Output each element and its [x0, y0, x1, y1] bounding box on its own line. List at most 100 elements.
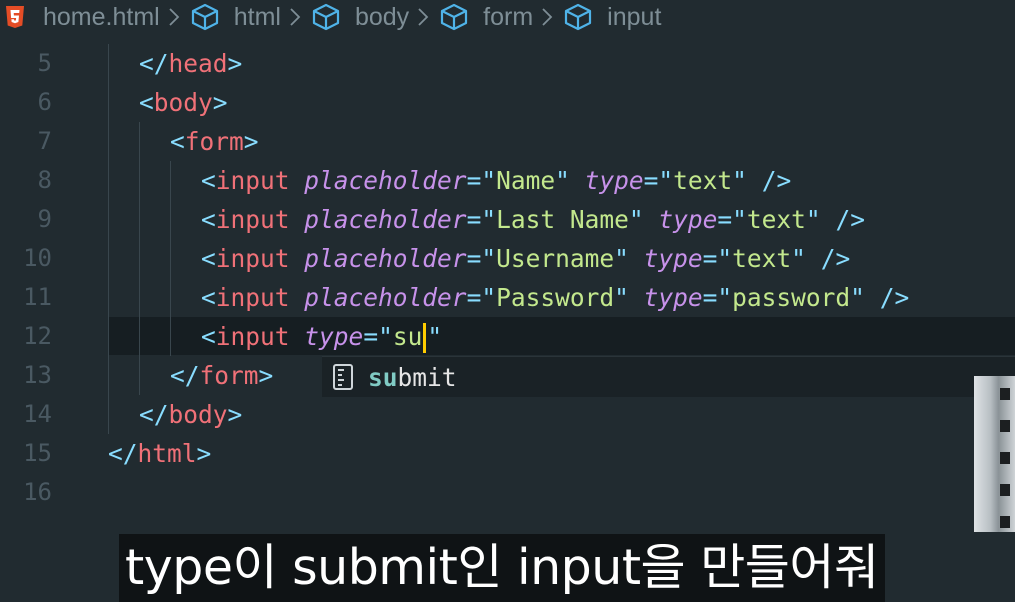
line-number: 6: [37, 88, 52, 116]
code-token: >: [196, 439, 212, 468]
suggestion-label: submit: [368, 363, 457, 392]
breadcrumb-item-form[interactable]: form: [439, 0, 533, 34]
code-line[interactable]: 14 </body>: [0, 395, 1015, 434]
code-line[interactable]: 15 </html>: [0, 434, 1015, 473]
code-line[interactable]: 11 <input placeholder="Password" type="pa…: [0, 278, 1015, 317]
code-token: =": [717, 205, 747, 234]
code-line[interactable]: 6 <body>: [0, 83, 1015, 122]
code-token: =": [702, 244, 733, 273]
code-content: <input placeholder="Name" type="text" />: [201, 161, 791, 200]
code-token: input: [215, 166, 290, 195]
code-token: <: [201, 283, 216, 312]
code-token: =": [466, 244, 497, 273]
code-token: type: [304, 322, 364, 351]
code-line[interactable]: 16: [0, 473, 1015, 512]
code-content: <body>: [139, 83, 228, 122]
code-token: Name: [496, 166, 556, 195]
cube-icon: [563, 3, 593, 31]
code-token: placeholder: [304, 205, 467, 234]
cube-icon: [439, 3, 469, 31]
code-token: su: [392, 322, 423, 351]
code-content: </form>: [170, 356, 273, 395]
code-token: ": [614, 244, 629, 273]
code-token: body: [168, 400, 228, 429]
cube-icon: [190, 3, 220, 31]
code-token: type: [658, 205, 718, 234]
code-line[interactable]: 10 <input placeholder="Username" type="te…: [0, 239, 1015, 278]
code-line[interactable]: 9 <input placeholder="Last Name" type="te…: [0, 200, 1015, 239]
code-token: ": [555, 166, 570, 195]
code-token: Username: [496, 244, 615, 273]
code-token: ": [614, 283, 629, 312]
autocomplete-suggestion[interactable]: submit: [322, 356, 1015, 397]
code-token: >: [258, 361, 274, 390]
code-token: ": [850, 283, 865, 312]
code-token: <: [170, 127, 185, 156]
code-token: input: [215, 244, 290, 273]
code-token: <: [139, 88, 154, 117]
breadcrumb: home.html html body form input: [0, 0, 1015, 34]
code-token: >: [243, 127, 259, 156]
code-token: />: [761, 166, 792, 195]
code-token: <: [201, 166, 216, 195]
code-token: =": [643, 166, 674, 195]
chevron-right-icon: [417, 7, 429, 27]
code-content: </head>: [139, 44, 242, 83]
code-token: form: [199, 361, 259, 390]
code-content: <form>: [170, 122, 259, 161]
code-token: type: [643, 244, 703, 273]
breadcrumb-label: html: [233, 2, 281, 31]
code-token: html: [137, 439, 197, 468]
ruler-icon: [332, 363, 354, 391]
webcam-overlay-image: [974, 376, 1015, 532]
chevron-right-icon: [168, 7, 180, 27]
code-token: />: [879, 283, 910, 312]
code-content: <input placeholder="Last Name" type="tex…: [201, 200, 865, 239]
code-token: =": [466, 283, 497, 312]
subtitle-caption: type이 submit인 input을 만들어줘: [119, 534, 885, 602]
html5-icon: [5, 5, 25, 29]
code-line[interactable]: 7 <form>: [0, 122, 1015, 161]
code-line[interactable]: 5 </head>: [0, 44, 1015, 83]
code-line[interactable]: 8 <input placeholder="Name" type="text" /…: [0, 161, 1015, 200]
code-token: </: [170, 361, 200, 390]
code-token: ": [791, 244, 806, 273]
line-number: 5: [37, 49, 52, 77]
code-token: type: [584, 166, 644, 195]
code-token: text: [746, 205, 806, 234]
breadcrumb-item-html[interactable]: html: [190, 0, 281, 34]
code-content: </body>: [139, 395, 242, 434]
code-token: />: [835, 205, 865, 234]
code-token: placeholder: [304, 283, 467, 312]
breadcrumb-item-file[interactable]: home.html: [5, 0, 160, 34]
breadcrumb-item-body[interactable]: body: [311, 0, 409, 34]
code-token: </: [139, 49, 169, 78]
breadcrumb-label: input: [607, 2, 662, 31]
code-line[interactable]: 12 <input type="su ": [0, 317, 1015, 356]
code-token: text: [673, 166, 733, 195]
code-token: =": [466, 205, 497, 234]
code-content: <input type="su ": [201, 317, 442, 356]
code-token: input: [215, 205, 290, 234]
code-token: Last Name: [496, 205, 629, 234]
code-token: head: [168, 49, 228, 78]
breadcrumb-item-input[interactable]: input: [563, 0, 661, 34]
code-token: <: [201, 244, 216, 273]
breadcrumb-label: home.html: [43, 2, 160, 31]
code-editor[interactable]: 5 </head> 6 <body> 7 <form> 8 <input placeholde…: [0, 44, 1015, 534]
suggestion-match: su: [368, 362, 398, 392]
code-token: input: [215, 283, 290, 312]
code-token: password: [732, 283, 851, 312]
code-token: =": [363, 322, 393, 351]
code-token: </: [139, 400, 169, 429]
code-token: form: [184, 127, 244, 156]
code-token: text: [732, 244, 792, 273]
